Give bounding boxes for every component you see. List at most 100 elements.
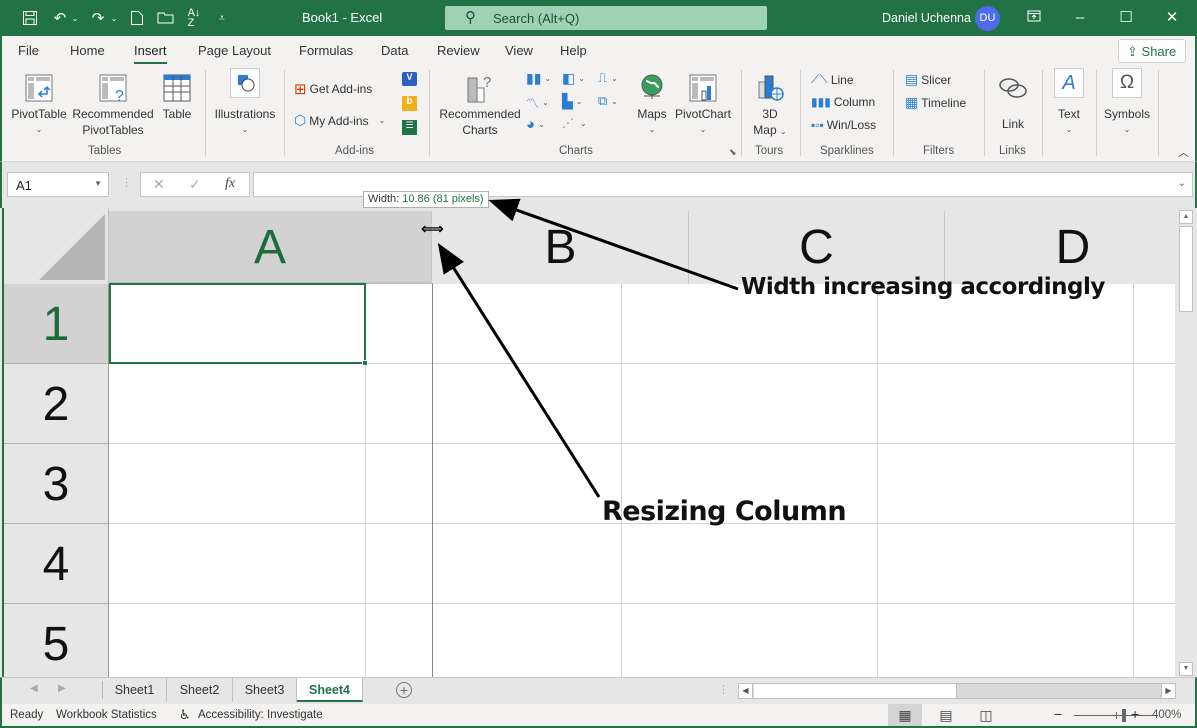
zoom-level[interactable]: 400% — [1152, 709, 1181, 721]
undo-dropdown-icon[interactable]: ⌄ — [70, 8, 80, 28]
bing-maps-addin-icon[interactable]: b — [402, 96, 417, 111]
share-button[interactable]: ⇪ Share — [1118, 39, 1186, 63]
maximize-button[interactable]: ☐ — [1114, 6, 1138, 30]
insert-pie-chart-button[interactable]: ◕ ⌄ — [526, 116, 545, 133]
tab-file[interactable]: File — [18, 43, 39, 58]
table-button[interactable]: Table — [157, 72, 197, 122]
recommended-pivottables-button[interactable]: ? Recommended PivotTables — [70, 72, 156, 138]
selected-cell-a1[interactable] — [109, 283, 368, 366]
cancel-icon[interactable]: ✕ — [153, 176, 165, 193]
recommended-charts-button[interactable]: ? Recommended Charts — [436, 72, 524, 138]
tab-home[interactable]: Home — [70, 43, 105, 58]
chevron-down-icon[interactable]: ▼ — [94, 179, 102, 188]
symbols-button[interactable]: Ω Symbols ⌄ — [1102, 68, 1152, 138]
sheet-tab-1[interactable]: Sheet1 — [103, 678, 167, 702]
scroll-right-icon[interactable]: ▶ — [1161, 684, 1175, 698]
undo-icon[interactable]: ↶ — [50, 8, 70, 28]
row-header-2[interactable]: 2 — [4, 364, 109, 444]
zoom-slider[interactable] — [1074, 709, 1158, 722]
scroll-left-icon[interactable]: ◀ — [739, 684, 753, 698]
expand-formula-bar-icon[interactable]: ⌄ — [1178, 178, 1186, 189]
collapse-ribbon-icon[interactable]: ︿ — [1178, 144, 1189, 160]
tab-splitter-icon[interactable]: ⋮ — [718, 683, 729, 696]
insert-combo-chart-button[interactable]: ⧉ ⌄ — [598, 93, 618, 109]
row-header-4[interactable]: 4 — [4, 524, 109, 604]
select-all-button[interactable] — [4, 208, 109, 284]
fill-handle[interactable] — [362, 360, 368, 366]
new-file-icon[interactable] — [127, 8, 147, 28]
column-header-a[interactable]: A — [109, 211, 432, 284]
slicer-button[interactable]: ▤ Slicer — [905, 71, 951, 88]
row-header-1[interactable]: 1 — [4, 284, 109, 364]
tab-formulas[interactable]: Formulas — [299, 43, 353, 58]
enter-icon[interactable]: ✓ — [189, 176, 201, 193]
redo-icon[interactable]: ↷ — [88, 8, 108, 28]
horizontal-scroll-thumb[interactable] — [754, 684, 957, 698]
row-header-3[interactable]: 3 — [4, 444, 109, 524]
sheet-tab-4[interactable]: Sheet4 — [297, 678, 363, 702]
sparkline-winloss-button[interactable]: ▪▫▪ Win/Loss — [811, 118, 876, 132]
maps-button[interactable]: Maps ⌄ — [634, 72, 670, 138]
insert-column-chart-button[interactable]: ▮▮ ⌄ — [526, 70, 551, 87]
column-header-b[interactable]: B — [433, 211, 689, 284]
sort-az-icon[interactable]: A↓ Z — [184, 8, 204, 29]
zoom-out-button[interactable]: − — [1054, 706, 1062, 722]
insert-line-chart-button[interactable]: 〽 ⌄ — [526, 93, 549, 112]
pivotchart-button[interactable]: PivotChart ⌄ — [672, 72, 734, 138]
normal-view-icon[interactable]: ▦ — [888, 704, 922, 726]
my-addins-button[interactable]: ⬡ My Add-ins ⌄ — [294, 112, 385, 129]
illustrations-button[interactable]: Illustrations ⌄ — [210, 68, 280, 138]
sheet-tab-2[interactable]: Sheet2 — [167, 678, 233, 702]
prev-sheet-icon[interactable]: ◀ — [30, 683, 38, 694]
3d-map-button[interactable]: 3D Map ⌄ — [750, 72, 790, 140]
charts-dialog-launcher-icon[interactable]: ⬊ — [729, 147, 737, 158]
avatar[interactable]: DU — [975, 6, 1000, 31]
tab-help[interactable]: Help — [560, 43, 587, 58]
scroll-up-icon[interactable]: ▲ — [1179, 210, 1193, 224]
zoom-in-button[interactable]: + — [1131, 706, 1139, 722]
insert-hierarchy-chart-button[interactable]: ◧ ⌄ — [562, 70, 585, 87]
workbook-statistics-button[interactable]: Workbook Statistics — [56, 709, 157, 721]
zoom-slider-knob[interactable] — [1122, 709, 1126, 722]
horizontal-scrollbar[interactable]: ◀ ▶ — [738, 683, 1176, 699]
open-folder-icon[interactable] — [155, 8, 177, 28]
save-icon[interactable] — [20, 8, 40, 28]
pivottable-button[interactable]: PivotTable ⌄ — [8, 72, 70, 138]
customize-qat-icon[interactable]: ⩡ — [214, 8, 230, 28]
tab-view[interactable]: View — [505, 43, 533, 58]
text-button[interactable]: A Text ⌄ — [1050, 68, 1088, 138]
tab-page-layout[interactable]: Page Layout — [198, 43, 271, 58]
sparkline-line-button[interactable]: ⟋⟍ Line — [811, 72, 854, 87]
close-button[interactable]: ✕ — [1160, 6, 1184, 30]
name-box[interactable]: A1 ▼ — [7, 172, 109, 197]
tab-insert[interactable]: Insert — [134, 43, 167, 65]
sheet-tab-3[interactable]: Sheet3 — [233, 678, 297, 702]
accessibility-status[interactable]: Accessibility: Investigate — [198, 709, 323, 721]
visio-addin-icon[interactable]: V — [402, 72, 417, 86]
page-break-view-icon[interactable]: ◫ — [969, 704, 1003, 726]
people-graph-addin-icon[interactable]: ☰ — [402, 120, 417, 135]
search-box[interactable]: ⚲ Search (Alt+Q) — [445, 6, 767, 30]
sparkline-column-button[interactable]: ▮▮▮ Column — [811, 95, 875, 109]
row-header-5[interactable]: 5 — [4, 604, 109, 677]
drag-handle-icon[interactable]: ⋮ — [121, 176, 132, 189]
tab-data[interactable]: Data — [381, 43, 408, 58]
vertical-scroll-thumb[interactable] — [1179, 226, 1193, 312]
page-layout-view-icon[interactable]: ▤ — [929, 704, 963, 726]
insert-scatter-chart-button[interactable]: ⋰ ⌄ — [562, 116, 587, 130]
scroll-down-icon[interactable]: ▼ — [1179, 662, 1193, 676]
vertical-scrollbar[interactable]: ▲ ▼ — [1177, 208, 1194, 677]
minimize-button[interactable]: – — [1068, 6, 1092, 30]
link-button[interactable]: Link — [992, 74, 1034, 132]
tab-review[interactable]: Review — [437, 43, 480, 58]
ribbon-display-options-icon[interactable] — [1022, 6, 1046, 30]
user-name[interactable]: Daniel Uchenna — [882, 11, 971, 25]
insert-function-icon[interactable]: fx — [225, 176, 235, 192]
new-sheet-button[interactable]: + — [396, 682, 412, 698]
get-addins-button[interactable]: ⊞ Get Add-ins — [294, 80, 372, 98]
next-sheet-icon[interactable]: ▶ — [58, 683, 66, 694]
timeline-button[interactable]: ▦ Timeline — [905, 94, 966, 111]
redo-dropdown-icon[interactable]: ⌄ — [109, 8, 119, 28]
insert-statistic-chart-button[interactable]: ▙ ⌄ — [562, 93, 582, 110]
insert-waterfall-chart-button[interactable]: ⎍ ⌄ — [598, 70, 618, 86]
